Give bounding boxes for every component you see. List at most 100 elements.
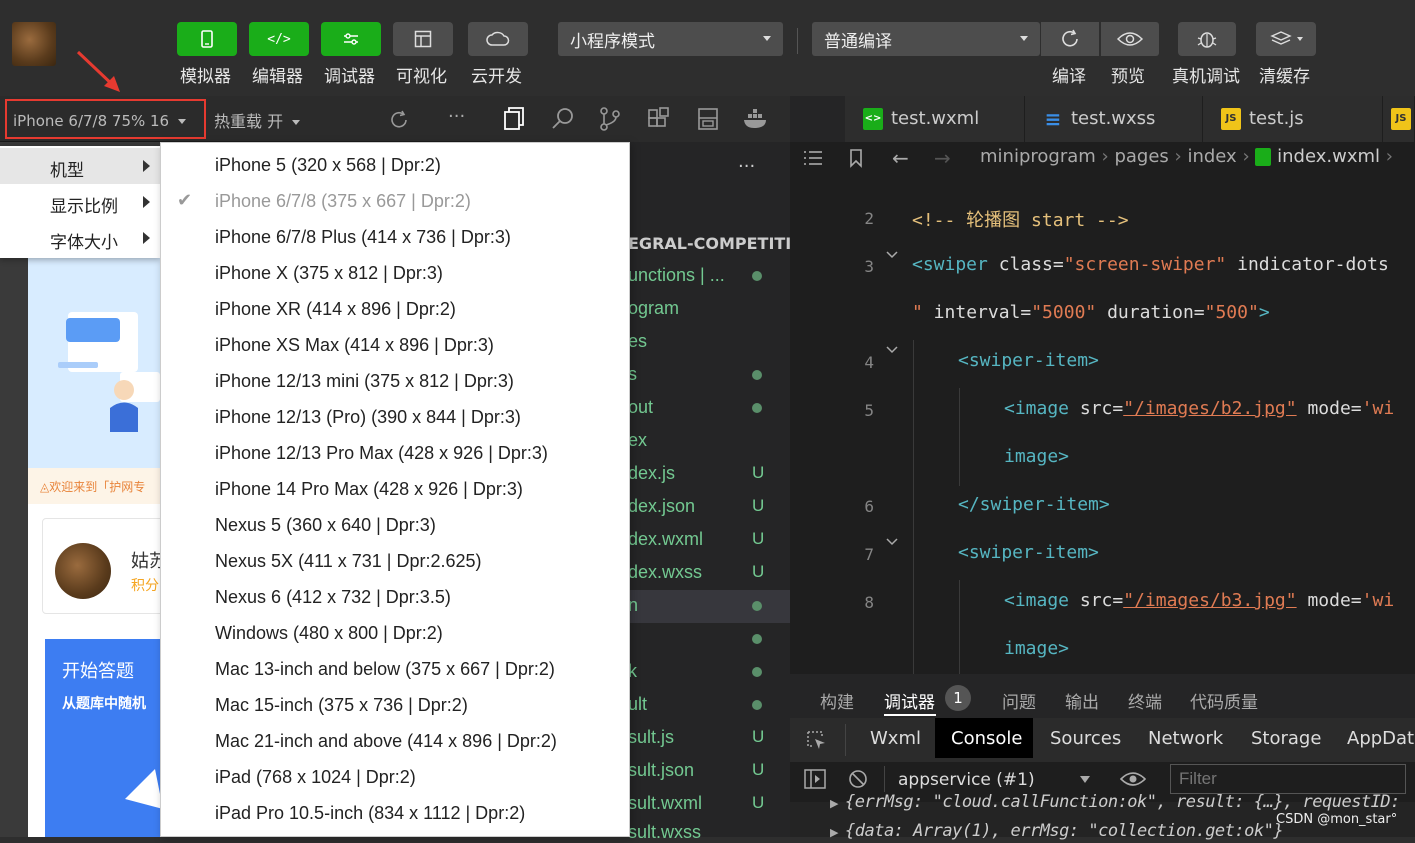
tab-overflow[interactable]: JS bbox=[1383, 96, 1415, 142]
mode-select[interactable]: 小程序模式 bbox=[558, 22, 783, 56]
device-option[interactable]: Mac 15-inch (375 x 736 | Dpr:2) bbox=[215, 695, 468, 731]
back-arrow-icon[interactable]: ← bbox=[892, 146, 909, 170]
fold-chevron-icon[interactable] bbox=[886, 251, 898, 259]
file-item[interactable]: dex.wxml bbox=[628, 529, 703, 550]
sidebar-toggle-icon[interactable] bbox=[803, 768, 827, 790]
file-item[interactable]: unctions | ... bbox=[628, 265, 725, 286]
tab-wxml[interactable]: Wxml bbox=[870, 728, 921, 749]
search-icon[interactable] bbox=[550, 106, 576, 132]
tab-build[interactable]: 构建 bbox=[820, 688, 854, 713]
file-item[interactable]: sult.wxml bbox=[628, 793, 702, 814]
device-select[interactable]: iPhone 6/7/8 75% 16 bbox=[5, 99, 206, 139]
device-option[interactable]: iPhone XR (414 x 896 | Dpr:2) bbox=[215, 299, 456, 335]
device-option[interactable]: iPhone X (375 x 812 | Dpr:3) bbox=[215, 263, 443, 299]
menu-item-device-model[interactable]: 机型 bbox=[0, 148, 160, 184]
project-name[interactable]: EGRAL-COMPETITI... bbox=[628, 234, 810, 253]
hot-reload-toggle[interactable]: 热重载 开 bbox=[214, 108, 301, 132]
code-editor[interactable] bbox=[790, 96, 1415, 674]
breadcrumb-item[interactable]: pages bbox=[1114, 146, 1168, 167]
device-option-selected[interactable]: iPhone 6/7/8 (375 x 667 | Dpr:2) bbox=[215, 191, 471, 227]
compile-select[interactable]: 普通编译 bbox=[812, 22, 1040, 56]
cloud-dev-button[interactable] bbox=[468, 22, 528, 56]
files-icon[interactable] bbox=[502, 106, 526, 132]
preview-button[interactable] bbox=[1101, 22, 1159, 56]
console-log-line[interactable]: {errMsg: "cloud.callFunction:ok", result… bbox=[845, 792, 1400, 812]
device-option[interactable]: iPhone 5 (320 x 568 | Dpr:2) bbox=[215, 155, 441, 191]
device-option[interactable]: iPad (768 x 1024 | Dpr:2) bbox=[215, 767, 416, 803]
file-item[interactable]: dex.json bbox=[628, 496, 695, 517]
visual-button[interactable] bbox=[393, 22, 453, 56]
tab-console[interactable]: Console bbox=[951, 728, 1022, 749]
source-control-icon[interactable] bbox=[598, 106, 622, 132]
fold-chevron-icon[interactable] bbox=[886, 346, 898, 354]
start-quiz-card[interactable]: 开始答题 从题库中随机 bbox=[45, 639, 163, 837]
device-option[interactable]: iPhone XS Max (414 x 896 | Dpr:3) bbox=[215, 335, 494, 371]
expand-arrow-icon[interactable]: ▶ bbox=[830, 826, 838, 839]
tab-terminal[interactable]: 终端 bbox=[1128, 688, 1162, 713]
file-item[interactable]: dex.js bbox=[628, 463, 675, 484]
breadcrumb-item[interactable]: index.wxml bbox=[1277, 146, 1380, 167]
file-item[interactable]: out bbox=[628, 397, 653, 418]
file-item[interactable]: ult bbox=[628, 694, 647, 715]
inspect-element-icon[interactable] bbox=[805, 729, 827, 751]
tab-sources[interactable]: Sources bbox=[1050, 728, 1121, 749]
fold-chevron-icon[interactable] bbox=[886, 538, 898, 546]
extensions-icon[interactable] bbox=[646, 106, 672, 132]
expand-arrow-icon[interactable]: ▶ bbox=[830, 797, 838, 810]
menu-item-display-scale[interactable]: 显示比例 bbox=[0, 184, 160, 220]
device-option[interactable]: Windows (480 x 800 | Dpr:2) bbox=[215, 623, 443, 659]
tab-storage[interactable]: Storage bbox=[1251, 728, 1321, 749]
compile-button[interactable] bbox=[1041, 22, 1099, 56]
tab-problems[interactable]: 问题 bbox=[1002, 688, 1036, 713]
device-option[interactable]: iPhone 12/13 Pro Max (428 x 926 | Dpr:3) bbox=[215, 443, 548, 479]
editor-button[interactable]: </> bbox=[249, 22, 309, 56]
device-option[interactable]: Nexus 5 (360 x 640 | Dpr:3) bbox=[215, 515, 436, 551]
breadcrumb-item[interactable]: miniprogram bbox=[980, 146, 1096, 167]
rotate-icon[interactable] bbox=[388, 109, 410, 131]
tab-debugger[interactable]: 调试器 bbox=[884, 688, 935, 713]
device-option[interactable]: Mac 13-inch and below (375 x 667 | Dpr:2… bbox=[215, 659, 555, 695]
explorer-more-icon[interactable]: ··· bbox=[738, 156, 755, 177]
device-option[interactable]: Nexus 5X (411 x 731 | Dpr:2.625) bbox=[215, 551, 482, 587]
device-option[interactable]: iPhone 6/7/8 Plus (414 x 736 | Dpr:3) bbox=[215, 227, 511, 263]
list-icon[interactable] bbox=[802, 149, 824, 167]
debugger-button[interactable] bbox=[321, 22, 381, 56]
avatar[interactable] bbox=[12, 22, 56, 66]
bookmark-icon[interactable] bbox=[848, 148, 864, 168]
menu-item-font-size[interactable]: 字体大小 bbox=[0, 220, 160, 256]
simulator-button[interactable] bbox=[177, 22, 237, 56]
console-filter-input[interactable] bbox=[1170, 764, 1406, 794]
panel-icon[interactable] bbox=[696, 106, 720, 132]
tab-test-wxss[interactable]: ≡ test.wxss bbox=[1025, 96, 1203, 142]
user-card[interactable]: 姑苏 积分 bbox=[42, 518, 172, 614]
device-option[interactable]: Mac 21-inch and above (414 x 896 | Dpr:2… bbox=[215, 731, 557, 767]
tab-output[interactable]: 输出 bbox=[1065, 688, 1099, 713]
remote-debug-button[interactable] bbox=[1178, 22, 1236, 56]
file-item[interactable]: dex.wxss bbox=[628, 562, 702, 583]
docker-icon[interactable] bbox=[742, 108, 770, 130]
device-option[interactable]: iPhone 14 Pro Max (428 x 926 | Dpr:3) bbox=[215, 479, 523, 515]
device-option[interactable]: iPhone 12/13 mini (375 x 812 | Dpr:3) bbox=[215, 371, 514, 407]
tab-test-wxml[interactable]: <> test.wxml bbox=[845, 96, 1025, 142]
eye-icon[interactable] bbox=[1120, 771, 1146, 787]
tab-code-quality[interactable]: 代码质量 bbox=[1190, 688, 1258, 713]
device-option[interactable]: Nexus 6 (412 x 732 | Dpr:3.5) bbox=[215, 587, 451, 623]
device-option[interactable]: iPad Pro 10.5-inch (834 x 1112 | Dpr:2) bbox=[215, 803, 525, 839]
file-item[interactable]: sult.wxss bbox=[628, 822, 701, 843]
console-log-line[interactable]: {data: Array(1), errMsg: "collection.get… bbox=[845, 821, 1284, 841]
file-item[interactable]: sult.json bbox=[628, 760, 694, 781]
device-option[interactable]: iPhone 12/13 (Pro) (390 x 844 | Dpr:3) bbox=[215, 407, 521, 443]
file-item[interactable]: es bbox=[628, 331, 647, 352]
tab-test-js[interactable]: JS test.js bbox=[1203, 96, 1383, 142]
more-icon[interactable]: ··· bbox=[448, 106, 465, 127]
indent-guide bbox=[913, 340, 914, 674]
clear-console-icon[interactable] bbox=[848, 769, 868, 789]
file-item[interactable]: ogram bbox=[628, 298, 679, 319]
clear-cache-button[interactable] bbox=[1256, 22, 1316, 56]
forward-arrow-icon[interactable]: → bbox=[934, 146, 951, 170]
tab-network[interactable]: Network bbox=[1148, 728, 1223, 749]
file-item[interactable]: sult.js bbox=[628, 727, 674, 748]
file-item[interactable]: ex bbox=[628, 430, 647, 451]
tab-appdata[interactable]: AppData bbox=[1347, 728, 1415, 749]
breadcrumb-item[interactable]: index bbox=[1187, 146, 1236, 167]
